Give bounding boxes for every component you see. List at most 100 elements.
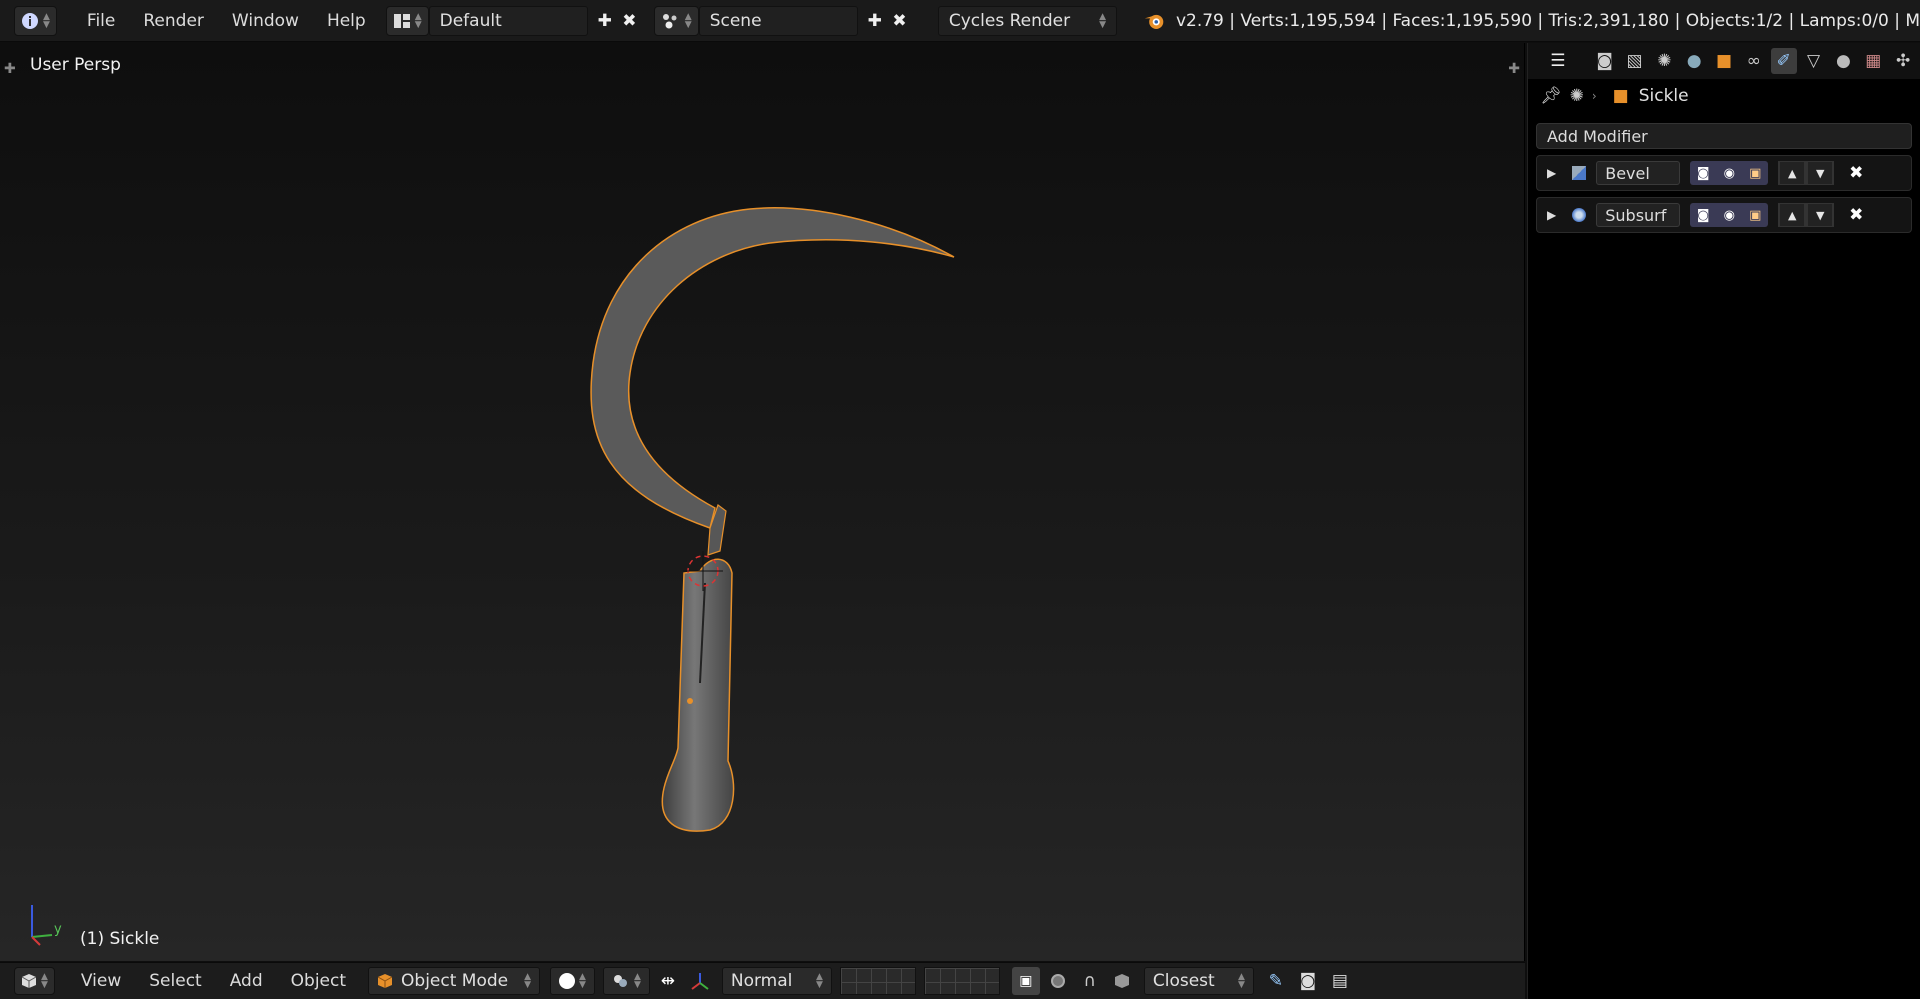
corner-plus-icon[interactable]: ✚	[1508, 61, 1520, 77]
menu-select[interactable]: Select	[135, 971, 215, 991]
modifier-move-buttons: ▲ ▼	[1778, 161, 1835, 185]
menu-help[interactable]: Help	[313, 11, 380, 31]
render-toggle-button[interactable]: ◙	[1690, 203, 1716, 227]
tab-data[interactable]: ▽	[1801, 48, 1827, 74]
sickle-mesh[interactable]	[560, 163, 980, 863]
modifier-panel-bevel: ▶ Bevel ◙ ◉ ▣ ▲ ▼ ✖	[1536, 155, 1912, 191]
expand-triangle-icon[interactable]: ▶	[1547, 208, 1556, 222]
lock-camera-icon: ▣	[1019, 973, 1033, 989]
modifier-name-field[interactable]: Bevel	[1596, 161, 1681, 185]
pivot-point-select[interactable]: ▲ ▼	[602, 967, 650, 995]
pin-icon[interactable]: 📌︎	[1540, 86, 1562, 106]
scene-icon	[662, 13, 677, 28]
wrench-icon: ✐	[1776, 51, 1791, 71]
editmode-toggle-button[interactable]: ▣	[1742, 161, 1768, 185]
modifier-name-field[interactable]: Subsurf	[1596, 203, 1681, 227]
render-toggle-button[interactable]: ◙	[1690, 161, 1716, 185]
chevron-right-icon: ›	[1591, 89, 1597, 103]
close-icon: ✖	[1849, 163, 1864, 183]
transform-manipulator-button[interactable]	[686, 967, 714, 995]
bevel-modifier-icon	[1572, 166, 1587, 180]
clapper-icon: ▤	[1331, 971, 1348, 991]
close-icon: ✖	[892, 10, 907, 31]
camera-icon: ◙	[1696, 165, 1710, 181]
proportional-editing-button[interactable]	[1044, 967, 1072, 995]
menu-render[interactable]: Render	[129, 11, 218, 31]
scene-icon: ✺	[1569, 86, 1584, 106]
editor-type-properties[interactable]: ☰	[1538, 48, 1578, 74]
world-icon: ●	[1686, 51, 1702, 71]
opengl-render-image-button[interactable]: ✎	[1262, 967, 1290, 995]
triangle-up-icon: ▲	[1779, 161, 1806, 185]
scene-layers-grid[interactable]	[839, 967, 916, 995]
delete-scene-button[interactable]: ✖	[887, 7, 912, 35]
tab-particles[interactable]: ✣	[1890, 48, 1916, 74]
spinner-arrows: ▲ ▼	[633, 972, 641, 990]
scene-name-field[interactable]: Scene	[698, 5, 859, 36]
tab-render-layers[interactable]: ▧	[1622, 48, 1648, 74]
blender-logo-icon	[1144, 14, 1164, 29]
menu-view[interactable]: View	[67, 971, 135, 991]
snap-target-select[interactable]: Closest ▲ ▼	[1143, 967, 1254, 995]
opengl-render-still-button[interactable]: ◙	[1294, 967, 1322, 995]
tab-modifiers[interactable]: ✐	[1770, 48, 1797, 74]
delete-layout-button[interactable]: ✖	[617, 7, 642, 35]
render-engine-select[interactable]: Cycles Render ▲ ▼	[937, 5, 1117, 36]
orientation-label: Normal	[730, 971, 793, 991]
add-scene-button[interactable]: ✚	[862, 7, 887, 35]
render-brush-icon: ✎	[1268, 971, 1283, 991]
triangle-down-icon: ▼	[1807, 161, 1834, 185]
modifier-visibility-toggles: ◙ ◉ ▣	[1690, 203, 1769, 227]
tab-material[interactable]: ●	[1831, 48, 1857, 74]
snap-toggle-button[interactable]: ∩	[1076, 967, 1104, 995]
transform-orientation-select[interactable]: Normal ▲ ▼	[721, 967, 832, 995]
editmode-toggle-button[interactable]: ▣	[1742, 203, 1768, 227]
menu-add[interactable]: Add	[216, 971, 277, 991]
active-object-label: (1) Sickle	[80, 929, 160, 949]
editor-type-info[interactable]: ▲ ▼	[14, 5, 57, 36]
tab-world[interactable]: ●	[1681, 48, 1707, 74]
eye-icon: ◉	[1723, 165, 1735, 181]
move-down-button[interactable]: ▼	[1806, 203, 1835, 227]
opengl-render-animation-button[interactable]: ▤	[1326, 967, 1354, 995]
mesh-data-icon: ▽	[1807, 51, 1821, 71]
menu-window[interactable]: Window	[218, 11, 313, 31]
move-down-button[interactable]: ▼	[1806, 161, 1835, 185]
menu-object[interactable]: Object	[277, 971, 360, 991]
remove-modifier-button[interactable]: ✖	[1844, 203, 1868, 227]
manipulator-toggle-button[interactable]: ⇹	[654, 967, 682, 995]
layout-selector[interactable]: ▲ ▼	[385, 5, 429, 36]
viewport-toggle-button[interactable]: ◉	[1716, 203, 1742, 227]
add-modifier-button[interactable]: Add Modifier	[1536, 123, 1912, 149]
move-up-button[interactable]: ▲	[1778, 203, 1807, 227]
add-layout-button[interactable]: ✚	[592, 7, 617, 35]
manipulator-icon: ⇹	[660, 971, 675, 991]
snap-element-button[interactable]	[1108, 967, 1136, 995]
tab-constraints[interactable]: ∞	[1741, 48, 1767, 74]
expand-triangle-icon[interactable]: ▶	[1547, 166, 1556, 180]
tab-object[interactable]: ■	[1711, 48, 1737, 74]
viewport-shading-select[interactable]: ▲ ▼	[550, 967, 595, 995]
menu-file[interactable]: File	[73, 11, 129, 31]
layout-name-field[interactable]: Default	[428, 5, 589, 36]
tab-render[interactable]: ◙	[1592, 48, 1618, 74]
3d-viewport[interactable]: User Persp ✚ ✚ y (1) Sickle	[0, 43, 1525, 961]
tab-scene[interactable]: ✺	[1651, 48, 1677, 74]
object-cube-icon: ■	[1612, 86, 1629, 106]
lock-layers-button[interactable]: ▣	[1011, 967, 1040, 995]
tab-texture[interactable]: ▦	[1860, 48, 1886, 74]
info-icon	[22, 12, 38, 29]
corner-plus-icon[interactable]: ✚	[4, 61, 16, 77]
chain-link-icon: ∞	[1746, 51, 1761, 71]
object-mode-icon	[377, 974, 393, 988]
editor-type-3d-view[interactable]: ▲ ▼	[14, 967, 55, 995]
render-engine-label: Cycles Render	[948, 10, 1071, 31]
mode-select[interactable]: Object Mode ▲ ▼	[368, 967, 541, 995]
move-up-button[interactable]: ▲	[1778, 161, 1807, 185]
modifier-name: Bevel	[1605, 163, 1650, 183]
scene-layers-grid-2[interactable]	[923, 967, 1000, 995]
viewport-toggle-button[interactable]: ◉	[1716, 161, 1742, 185]
remove-modifier-button[interactable]: ✖	[1844, 161, 1868, 185]
scene-selector[interactable]: ▲ ▼	[653, 5, 699, 36]
spinner-arrows: ▲ ▼	[1237, 972, 1245, 990]
